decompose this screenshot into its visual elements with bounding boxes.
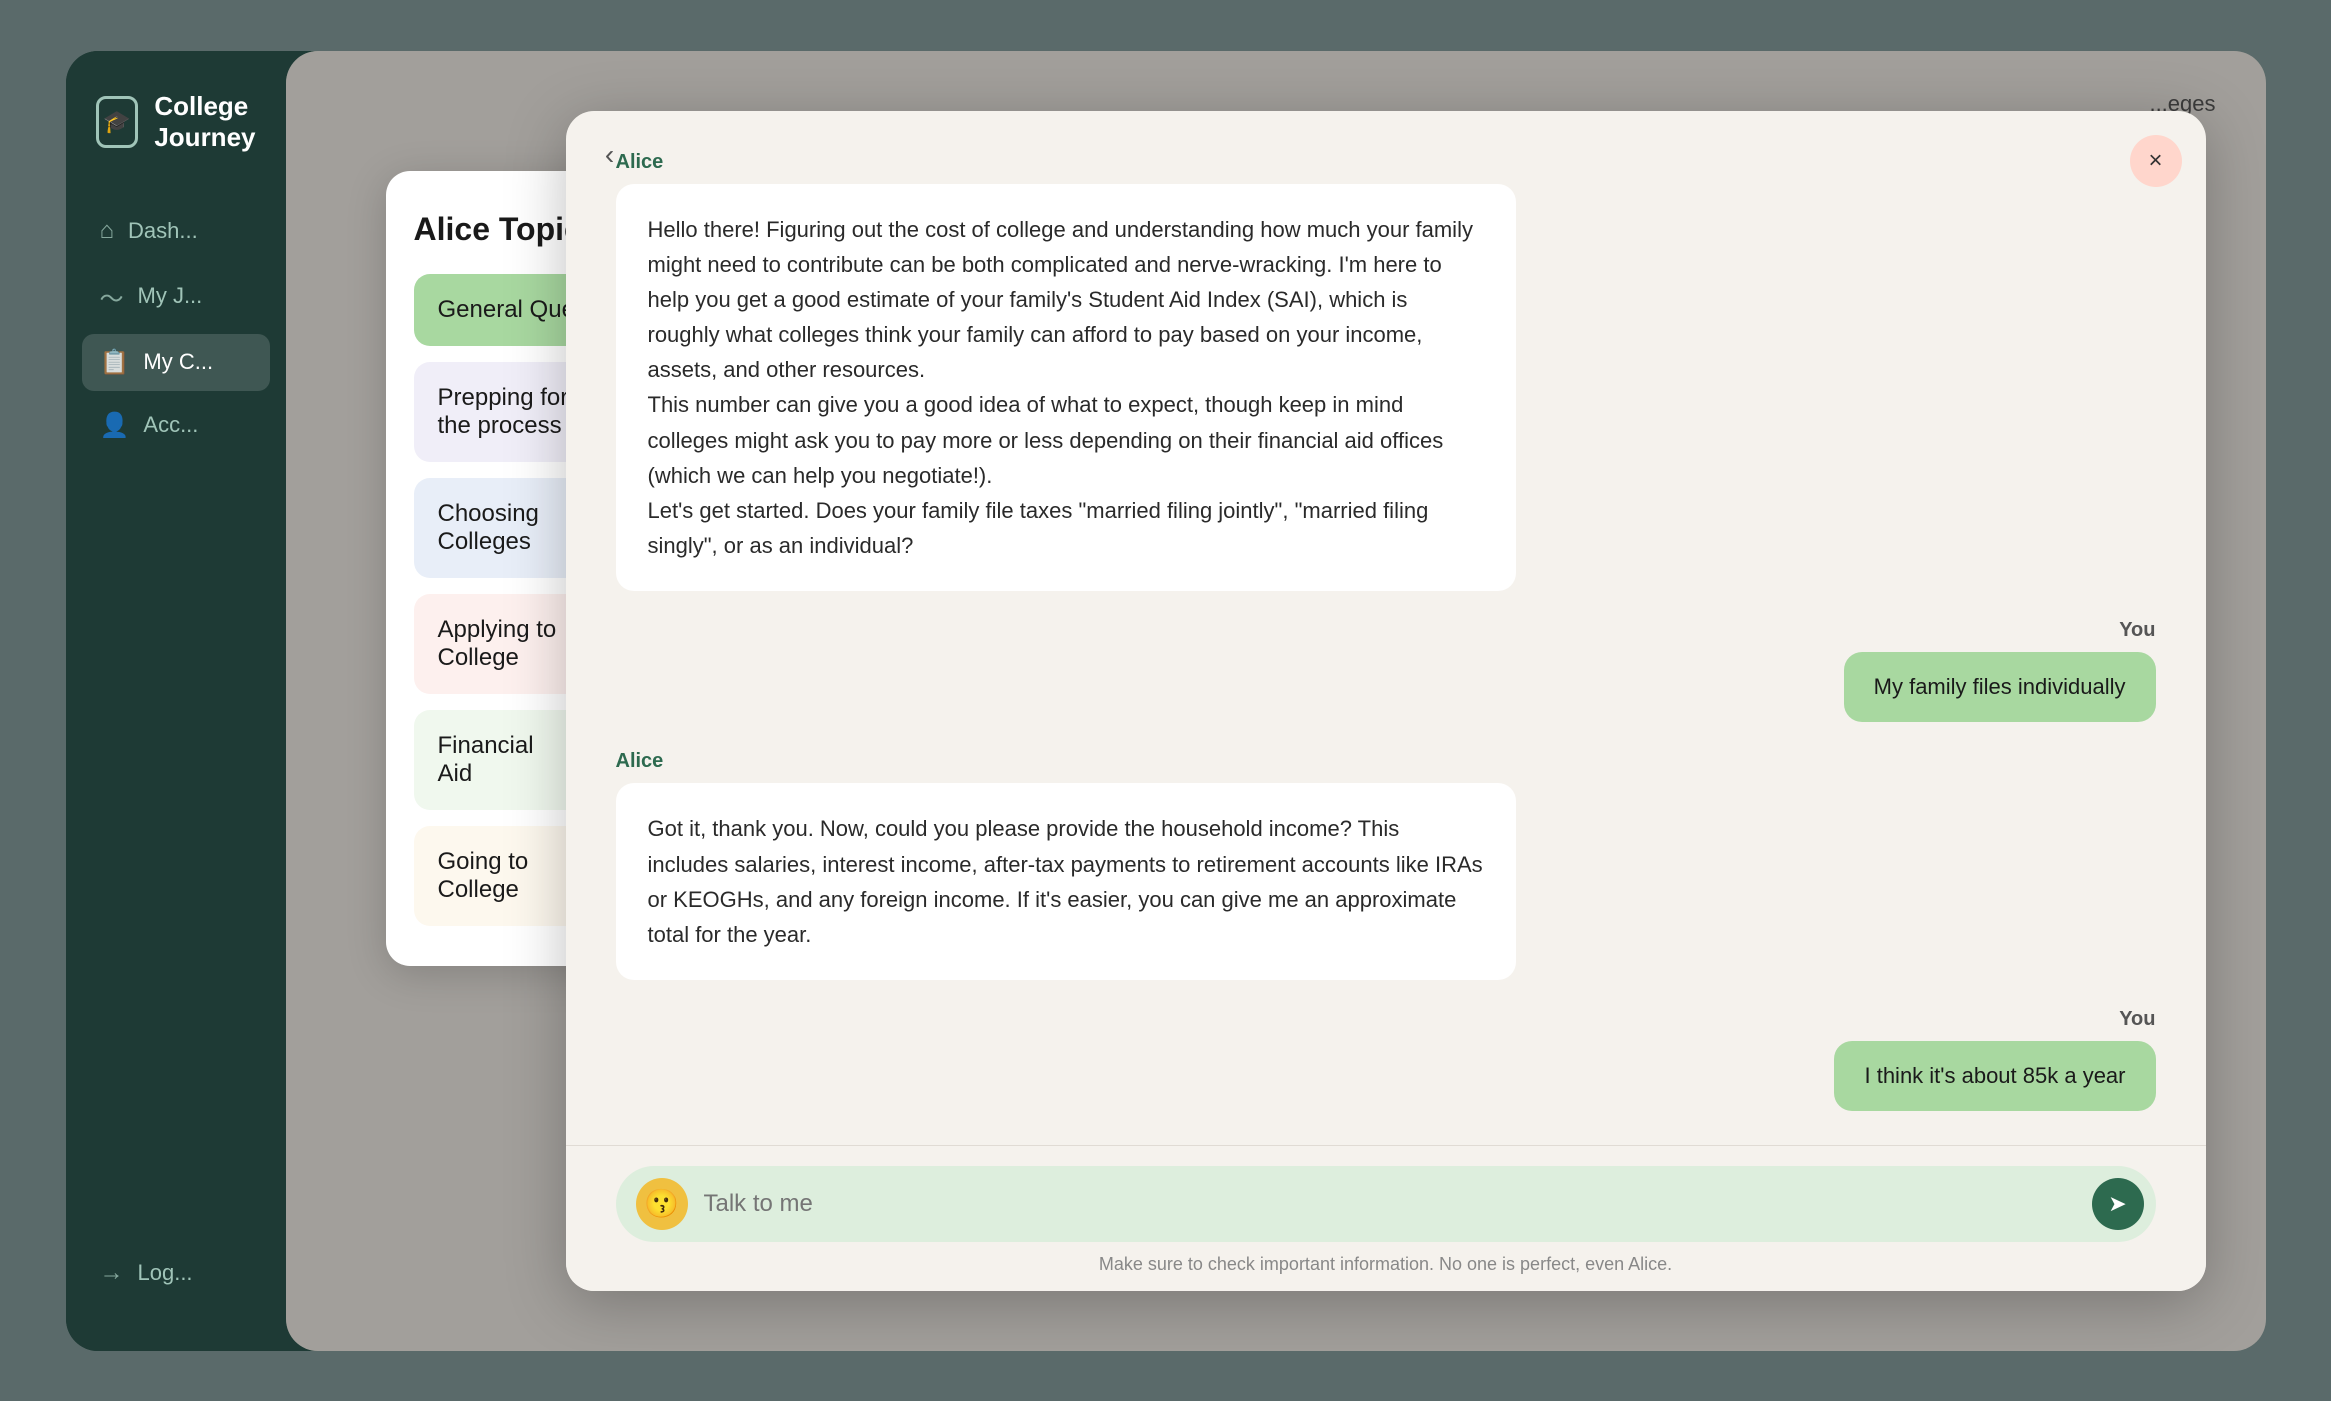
message-you-1: You My family files individually — [616, 619, 2156, 722]
modal-overlay: Alice Topics General Questions Prepping … — [286, 51, 2266, 1351]
sidebar-nav: ⌂ Dash... 〜 My J... 📋 My C... 👤 Acc... — [66, 203, 286, 1245]
alice-bubble-1: Hello there! Figuring out the cost of co… — [616, 184, 1516, 592]
you-bubble-2: I think it's about 85k a year — [1834, 1041, 2155, 1111]
chat-content: Alice Hello there! Figuring out the cost… — [566, 111, 2206, 1145]
logo-icon: 🎓 — [96, 96, 139, 148]
chat-modal: ‹ × Alice Hello there! Figuring out the … — [566, 111, 2206, 1291]
chat-input-area: 😗 ➤ Make sure to check important informa… — [566, 1145, 2206, 1291]
logout-icon: → — [100, 1259, 124, 1287]
app-title: College Journey — [154, 91, 255, 153]
home-icon: ⌂ — [100, 217, 115, 245]
send-button[interactable]: ➤ — [2092, 1178, 2144, 1230]
account-icon: 👤 — [100, 411, 130, 440]
sidebar-item-label: My C... — [143, 349, 213, 375]
chat-disclaimer: Make sure to check important information… — [616, 1254, 2156, 1275]
alice-sender-label: Alice — [616, 151, 2156, 174]
sidebar-item-dashboard[interactable]: ⌂ Dash... — [82, 203, 270, 259]
sidebar-item-label: Acc... — [143, 412, 198, 438]
close-icon: × — [2148, 147, 2162, 175]
chat-text-input[interactable] — [704, 1190, 2076, 1218]
you-label-2: You — [2119, 1008, 2155, 1031]
alice-bubble-2: Got it, thank you. Now, could you please… — [616, 783, 1516, 980]
main-area: ...eges Alice Topics General Questions P… — [286, 51, 2266, 1351]
sidebar: 🎓 College Journey ⌂ Dash... 〜 My J... 📋 … — [66, 51, 286, 1351]
sidebar-item-label: My J... — [138, 283, 203, 309]
message-you-2: You I think it's about 85k a year — [616, 1008, 2156, 1111]
going-label: Going to College — [438, 848, 529, 904]
sidebar-item-journey[interactable]: 〜 My J... — [82, 265, 270, 328]
chat-avatar: 😗 — [636, 1178, 688, 1230]
collapse-button[interactable]: ‹ — [590, 135, 630, 175]
send-icon: ➤ — [2108, 1191, 2126, 1217]
journey-icon: 〜 — [100, 279, 124, 314]
sidebar-item-account[interactable]: 👤 Acc... — [82, 397, 270, 454]
sidebar-item-label: Dash... — [128, 218, 198, 244]
app-container: 🎓 College Journey ⌂ Dash... 〜 My J... 📋 … — [66, 51, 2266, 1351]
chevron-left-icon: ‹ — [605, 139, 614, 171]
you-bubble-1: My family files individually — [1844, 652, 2156, 722]
you-label-1: You — [2119, 619, 2155, 642]
close-button[interactable]: × — [2130, 135, 2182, 187]
sidebar-bottom: → Log... — [66, 1245, 286, 1321]
message-alice-1: Alice Hello there! Figuring out the cost… — [616, 151, 2156, 592]
sidebar-logout[interactable]: → Log... — [82, 1245, 270, 1301]
alice-sender-label-2: Alice — [616, 750, 2156, 773]
sidebar-item-colleges[interactable]: 📋 My C... — [82, 334, 270, 391]
colleges-icon: 📋 — [100, 348, 130, 377]
logout-label: Log... — [138, 1260, 193, 1286]
avatar-emoji: 😗 — [644, 1187, 679, 1220]
message-alice-2: Alice Got it, thank you. Now, could you … — [616, 750, 2156, 980]
sidebar-logo: 🎓 College Journey — [66, 91, 286, 203]
chat-input-row: 😗 ➤ — [616, 1166, 2156, 1242]
